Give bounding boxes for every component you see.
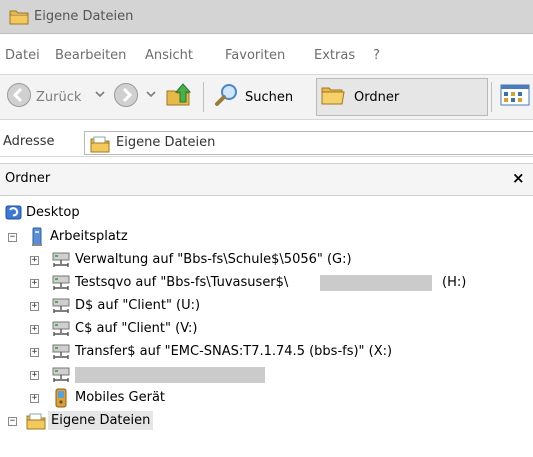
expand-icon[interactable]: + <box>30 371 39 380</box>
mobile-device-icon <box>54 388 68 412</box>
folder-icon <box>9 8 29 29</box>
expand-icon[interactable]: + <box>30 302 39 311</box>
tree-item-label: Testsqvo auf "Bbs-fs\Tuvasuser$\ <box>75 275 289 290</box>
tree-item-my-documents[interactable]: − Eigene Dateien <box>0 410 533 432</box>
views-button[interactable] <box>500 79 530 115</box>
tree-item-label: Transfer$ auf "EMC-SNAS:T7.1.74.5 (bbs-f… <box>75 344 393 359</box>
tree-item-drive-g[interactable]: + Verwaltung auf "Bbs-fs\Schule$\5056" (… <box>0 249 533 271</box>
network-drive-icon <box>51 320 71 342</box>
folders-label: Ordner <box>354 89 400 105</box>
address-field[interactable]: Eigene Dateien <box>84 131 533 155</box>
tree-item-label: C$ auf "Client" (V:) <box>75 321 198 336</box>
tree-item-label: Desktop <box>26 205 80 220</box>
tree-item-mobile-device[interactable]: + Mobiles Gerät <box>0 387 533 409</box>
collapse-icon[interactable]: − <box>8 417 17 426</box>
tree-item-label: Arbeitsplatz <box>50 229 128 244</box>
network-drive-icon <box>51 274 71 296</box>
menu-item-favoriten[interactable]: Favoriten <box>225 48 285 63</box>
address-bar: Adresse Eigene Dateien <box>0 129 533 157</box>
expand-icon[interactable]: + <box>30 325 39 334</box>
my-documents-icon <box>26 412 46 434</box>
title-bar[interactable]: Eigene Dateien <box>0 0 533 34</box>
my-documents-icon <box>90 136 110 153</box>
tree-item-desktop[interactable]: Desktop <box>0 202 533 224</box>
menu-item-bearbeiten[interactable]: Bearbeiten <box>55 48 126 63</box>
drive-letter-label: (H:) <box>442 275 467 290</box>
redacted-text <box>75 367 265 383</box>
tree-item-drive-redacted[interactable]: + <box>0 364 533 386</box>
forward-arrow-icon <box>113 82 139 112</box>
tree-item-drive-u[interactable]: + D$ auf "Client" (U:) <box>0 295 533 317</box>
tree-item-label: Mobiles Gerät <box>75 390 166 405</box>
menu-bar: Datei Bearbeiten Ansicht Favoriten Extra… <box>0 44 533 68</box>
network-drive-icon <box>51 366 71 388</box>
close-icon[interactable]: × <box>512 169 525 187</box>
desktop-icon <box>5 204 23 226</box>
collapse-icon[interactable]: − <box>8 233 17 242</box>
tree-item-drive-h[interactable]: + Testsqvo auf "Bbs-fs\Tuvasuser$\ (H:) <box>0 272 533 294</box>
network-drive-icon <box>51 343 71 365</box>
tree-item-label: D$ auf "Client" (U:) <box>75 298 201 313</box>
search-label: Suchen <box>245 89 294 105</box>
toolbar: Zurück Suchen Ordner <box>0 74 533 120</box>
search-button[interactable]: Suchen <box>214 79 293 115</box>
tree-item-label: Verwaltung auf "Bbs-fs\Schule$\5056" (G:… <box>75 252 352 267</box>
folder-tree: Desktop − Arbeitsplatz + Verwaltung auf … <box>0 196 533 457</box>
back-label: Zurück <box>36 89 82 105</box>
views-grid-icon <box>500 83 530 111</box>
forward-dropdown-icon[interactable] <box>146 88 156 103</box>
address-label: Adresse <box>3 134 55 149</box>
tree-item-drive-v[interactable]: + C$ auf "Client" (V:) <box>0 318 533 340</box>
expand-icon[interactable]: + <box>30 348 39 357</box>
tree-item-computer[interactable]: − Arbeitsplatz <box>0 226 533 248</box>
folders-panel-title: Ordner <box>5 171 51 186</box>
redacted-text <box>320 275 432 291</box>
folders-button[interactable]: Ordner <box>316 78 488 116</box>
network-drive-icon <box>51 297 71 319</box>
up-folder-button[interactable] <box>165 79 193 115</box>
back-button[interactable]: Zurück <box>6 79 81 115</box>
back-arrow-icon <box>6 82 32 112</box>
computer-icon <box>28 227 46 251</box>
address-value: Eigene Dateien <box>116 135 216 150</box>
tree-item-drive-x[interactable]: + Transfer$ auf "EMC-SNAS:T7.1.74.5 (bbs… <box>0 341 533 363</box>
menu-item-extras[interactable]: Extras <box>314 48 355 63</box>
menu-item-ansicht[interactable]: Ansicht <box>145 48 193 63</box>
folders-icon <box>320 83 346 111</box>
expand-icon[interactable]: + <box>30 279 39 288</box>
network-drive-icon <box>51 251 71 273</box>
forward-button[interactable] <box>113 79 139 115</box>
menu-item-help[interactable]: ? <box>373 48 380 63</box>
back-dropdown-icon[interactable] <box>95 88 105 103</box>
menu-item-datei[interactable]: Datei <box>5 48 40 63</box>
search-icon <box>214 82 240 112</box>
expand-icon[interactable]: + <box>30 394 39 403</box>
window-title: Eigene Dateien <box>34 9 134 24</box>
expand-icon[interactable]: + <box>30 256 39 265</box>
tree-item-label: Eigene Dateien <box>48 411 154 430</box>
folders-panel-header: Ordner × <box>0 163 533 196</box>
up-folder-icon <box>165 82 193 112</box>
